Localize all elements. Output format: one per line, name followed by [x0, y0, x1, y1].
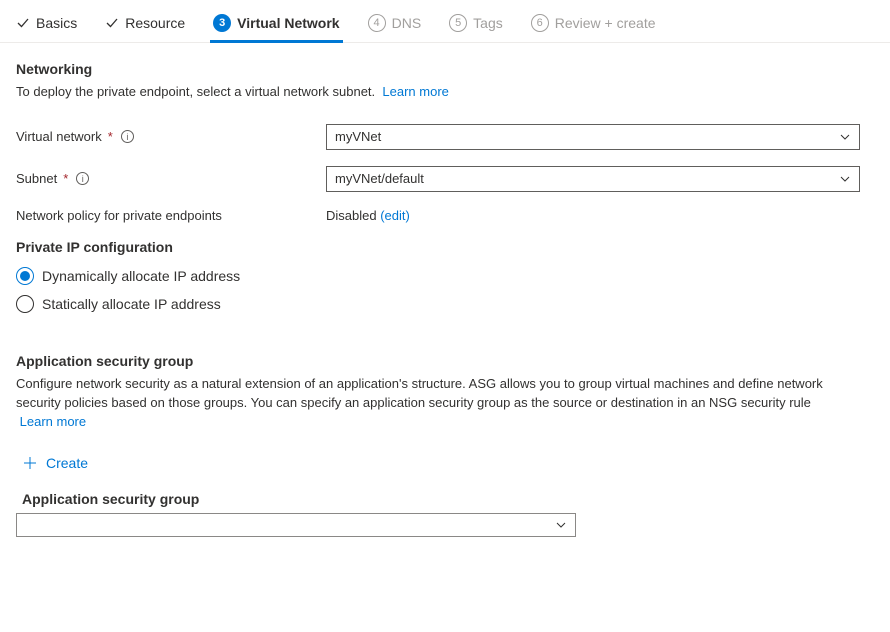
- wizard-tabs: Basics Resource 3 Virtual Network 4 DNS …: [0, 0, 890, 43]
- chevron-down-icon: [839, 173, 851, 185]
- info-icon[interactable]: i: [76, 172, 89, 185]
- checkmark-icon: [16, 16, 30, 30]
- tab-review-label: Review + create: [555, 15, 656, 31]
- policy-row: Network policy for private endpoints Dis…: [16, 208, 874, 223]
- radio-dynamic[interactable]: Dynamically allocate IP address: [16, 267, 874, 285]
- subnet-label: Subnet * i: [16, 171, 326, 186]
- radio-static-label: Statically allocate IP address: [42, 296, 221, 312]
- content-area: Networking To deploy the private endpoin…: [0, 43, 890, 569]
- radio-icon: [16, 295, 34, 313]
- vnet-select-value: myVNet: [335, 129, 381, 144]
- asg-learn-more-link[interactable]: Learn more: [20, 414, 86, 429]
- plus-icon: [22, 455, 38, 471]
- asg-create-button[interactable]: Create: [18, 449, 92, 477]
- step-badge-icon: 4: [368, 14, 386, 32]
- asg-field-label: Application security group: [22, 491, 874, 507]
- tab-dns[interactable]: 4 DNS: [368, 8, 422, 42]
- tab-dns-label: DNS: [392, 15, 422, 31]
- chevron-down-icon: [555, 519, 567, 531]
- tab-resource-label: Resource: [125, 15, 185, 31]
- tab-review[interactable]: 6 Review + create: [531, 8, 656, 42]
- asg-create-label: Create: [46, 455, 88, 471]
- info-icon[interactable]: i: [121, 130, 134, 143]
- subnet-row: Subnet * i myVNet/default: [16, 166, 874, 192]
- policy-label: Network policy for private endpoints: [16, 208, 326, 223]
- required-indicator: *: [108, 129, 113, 144]
- policy-value: Disabled (edit): [326, 208, 410, 223]
- radio-dynamic-label: Dynamically allocate IP address: [42, 268, 240, 284]
- networking-learn-more-link[interactable]: Learn more: [382, 84, 448, 99]
- asg-desc: Configure network security as a natural …: [16, 375, 846, 432]
- vnet-select[interactable]: myVNet: [326, 124, 860, 150]
- required-indicator: *: [63, 171, 68, 186]
- step-badge-icon: 5: [449, 14, 467, 32]
- step-badge-icon: 3: [213, 14, 231, 32]
- tab-resource[interactable]: Resource: [105, 9, 185, 41]
- subnet-select[interactable]: myVNet/default: [326, 166, 860, 192]
- networking-title: Networking: [16, 61, 874, 77]
- checkmark-icon: [105, 16, 119, 30]
- tab-virtual-network-label: Virtual Network: [237, 15, 339, 31]
- tab-tags-label: Tags: [473, 15, 503, 31]
- chevron-down-icon: [839, 131, 851, 143]
- asg-select[interactable]: [16, 513, 576, 537]
- ipconfig-title: Private IP configuration: [16, 239, 874, 255]
- policy-edit-link[interactable]: (edit): [380, 208, 410, 223]
- tab-tags[interactable]: 5 Tags: [449, 8, 503, 42]
- step-badge-icon: 6: [531, 14, 549, 32]
- tab-basics-label: Basics: [36, 15, 77, 31]
- radio-static[interactable]: Statically allocate IP address: [16, 295, 874, 313]
- vnet-label: Virtual network * i: [16, 129, 326, 144]
- radio-icon: [16, 267, 34, 285]
- networking-desc: To deploy the private endpoint, select a…: [16, 83, 846, 102]
- asg-title: Application security group: [16, 353, 874, 369]
- tab-virtual-network[interactable]: 3 Virtual Network: [213, 8, 339, 42]
- subnet-select-value: myVNet/default: [335, 171, 424, 186]
- tab-basics[interactable]: Basics: [16, 9, 77, 41]
- vnet-row: Virtual network * i myVNet: [16, 124, 874, 150]
